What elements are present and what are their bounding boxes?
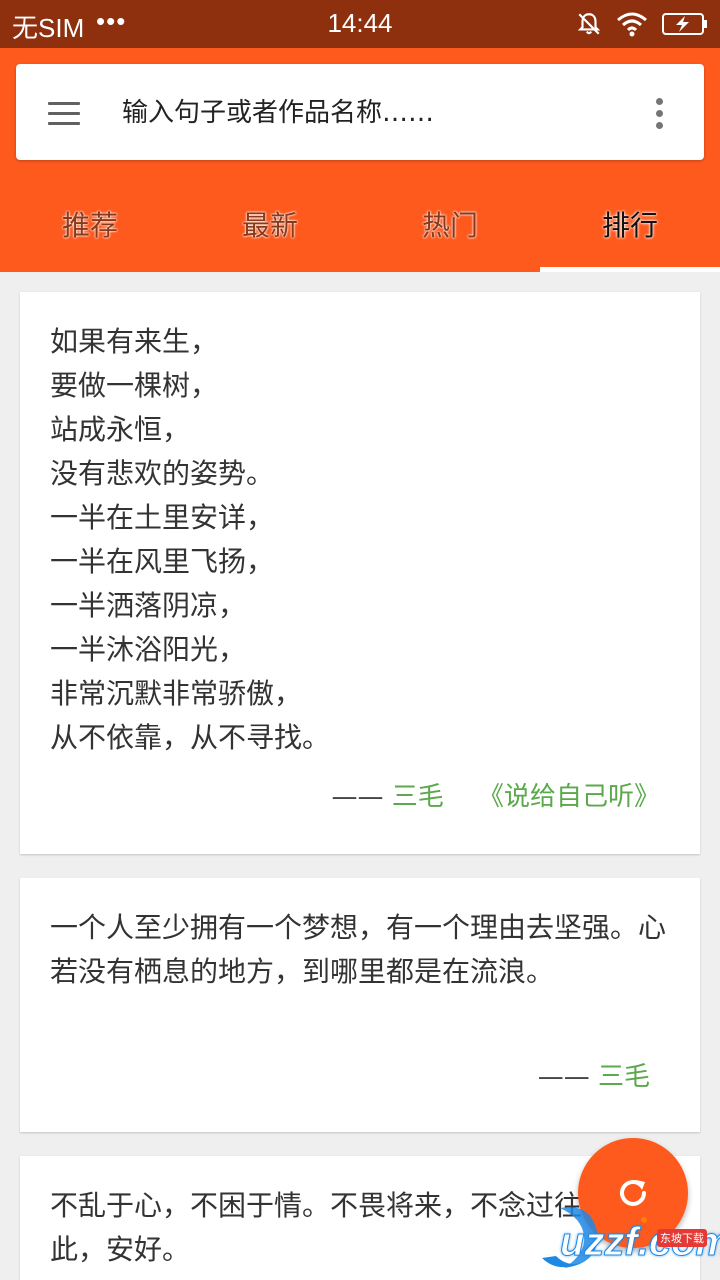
status-icons [576, 10, 708, 38]
battery-charging-icon [662, 13, 707, 35]
tab-hot[interactable]: 热门 [360, 196, 540, 272]
watermark-badge: 东坡下载 [657, 1229, 707, 1247]
app-bar: 推荐 最新 热门 排行 [0, 48, 720, 272]
status-bar: 无SIM ••• 14:44 [0, 0, 720, 48]
quote-text: 如果有来生， 要做一棵树， 站成永恒， 没有悲欢的姿势。 一半在土里安详， 一半… [50, 325, 331, 754]
menu-icon[interactable] [48, 102, 80, 126]
search-bar [16, 64, 704, 160]
quote-card[interactable]: 一个人至少拥有一个梦想，有一个理由去坚强。心若没有栖息的地方，到哪里都是在流浪。… [20, 878, 700, 1132]
tab-ranking[interactable]: 排行 [540, 196, 720, 272]
quote-author-link[interactable]: 三毛 [598, 1062, 650, 1092]
quote-work-link[interactable]: 《说给自己听》 [478, 782, 660, 812]
muted-bell-icon [577, 13, 601, 35]
quote-card[interactable]: 如果有来生， 要做一棵树， 站成永恒， 没有悲欢的姿势。 一半在土里安详， 一半… [20, 292, 700, 854]
quote-author-link[interactable]: 三毛 [392, 782, 444, 812]
more-vert-icon[interactable] [654, 98, 664, 130]
attribution-dash: —— [331, 782, 384, 812]
quote-text: 一个人至少拥有一个梦想，有一个理由去坚强。心若没有栖息的地方，到哪里都是在流浪。 [50, 911, 667, 988]
tab-recommended[interactable]: 推荐 [0, 196, 180, 272]
attribution-dash: —— [537, 1062, 590, 1092]
quote-attribution: —— 三毛 [538, 1056, 650, 1093]
tab-bar: 推荐 最新 热门 排行 [0, 196, 720, 272]
search-input[interactable] [120, 88, 624, 138]
tab-latest[interactable]: 最新 [180, 196, 360, 272]
quote-attribution: —— 三毛 《说给自己听》 [331, 776, 660, 813]
wifi-icon [617, 12, 647, 37]
